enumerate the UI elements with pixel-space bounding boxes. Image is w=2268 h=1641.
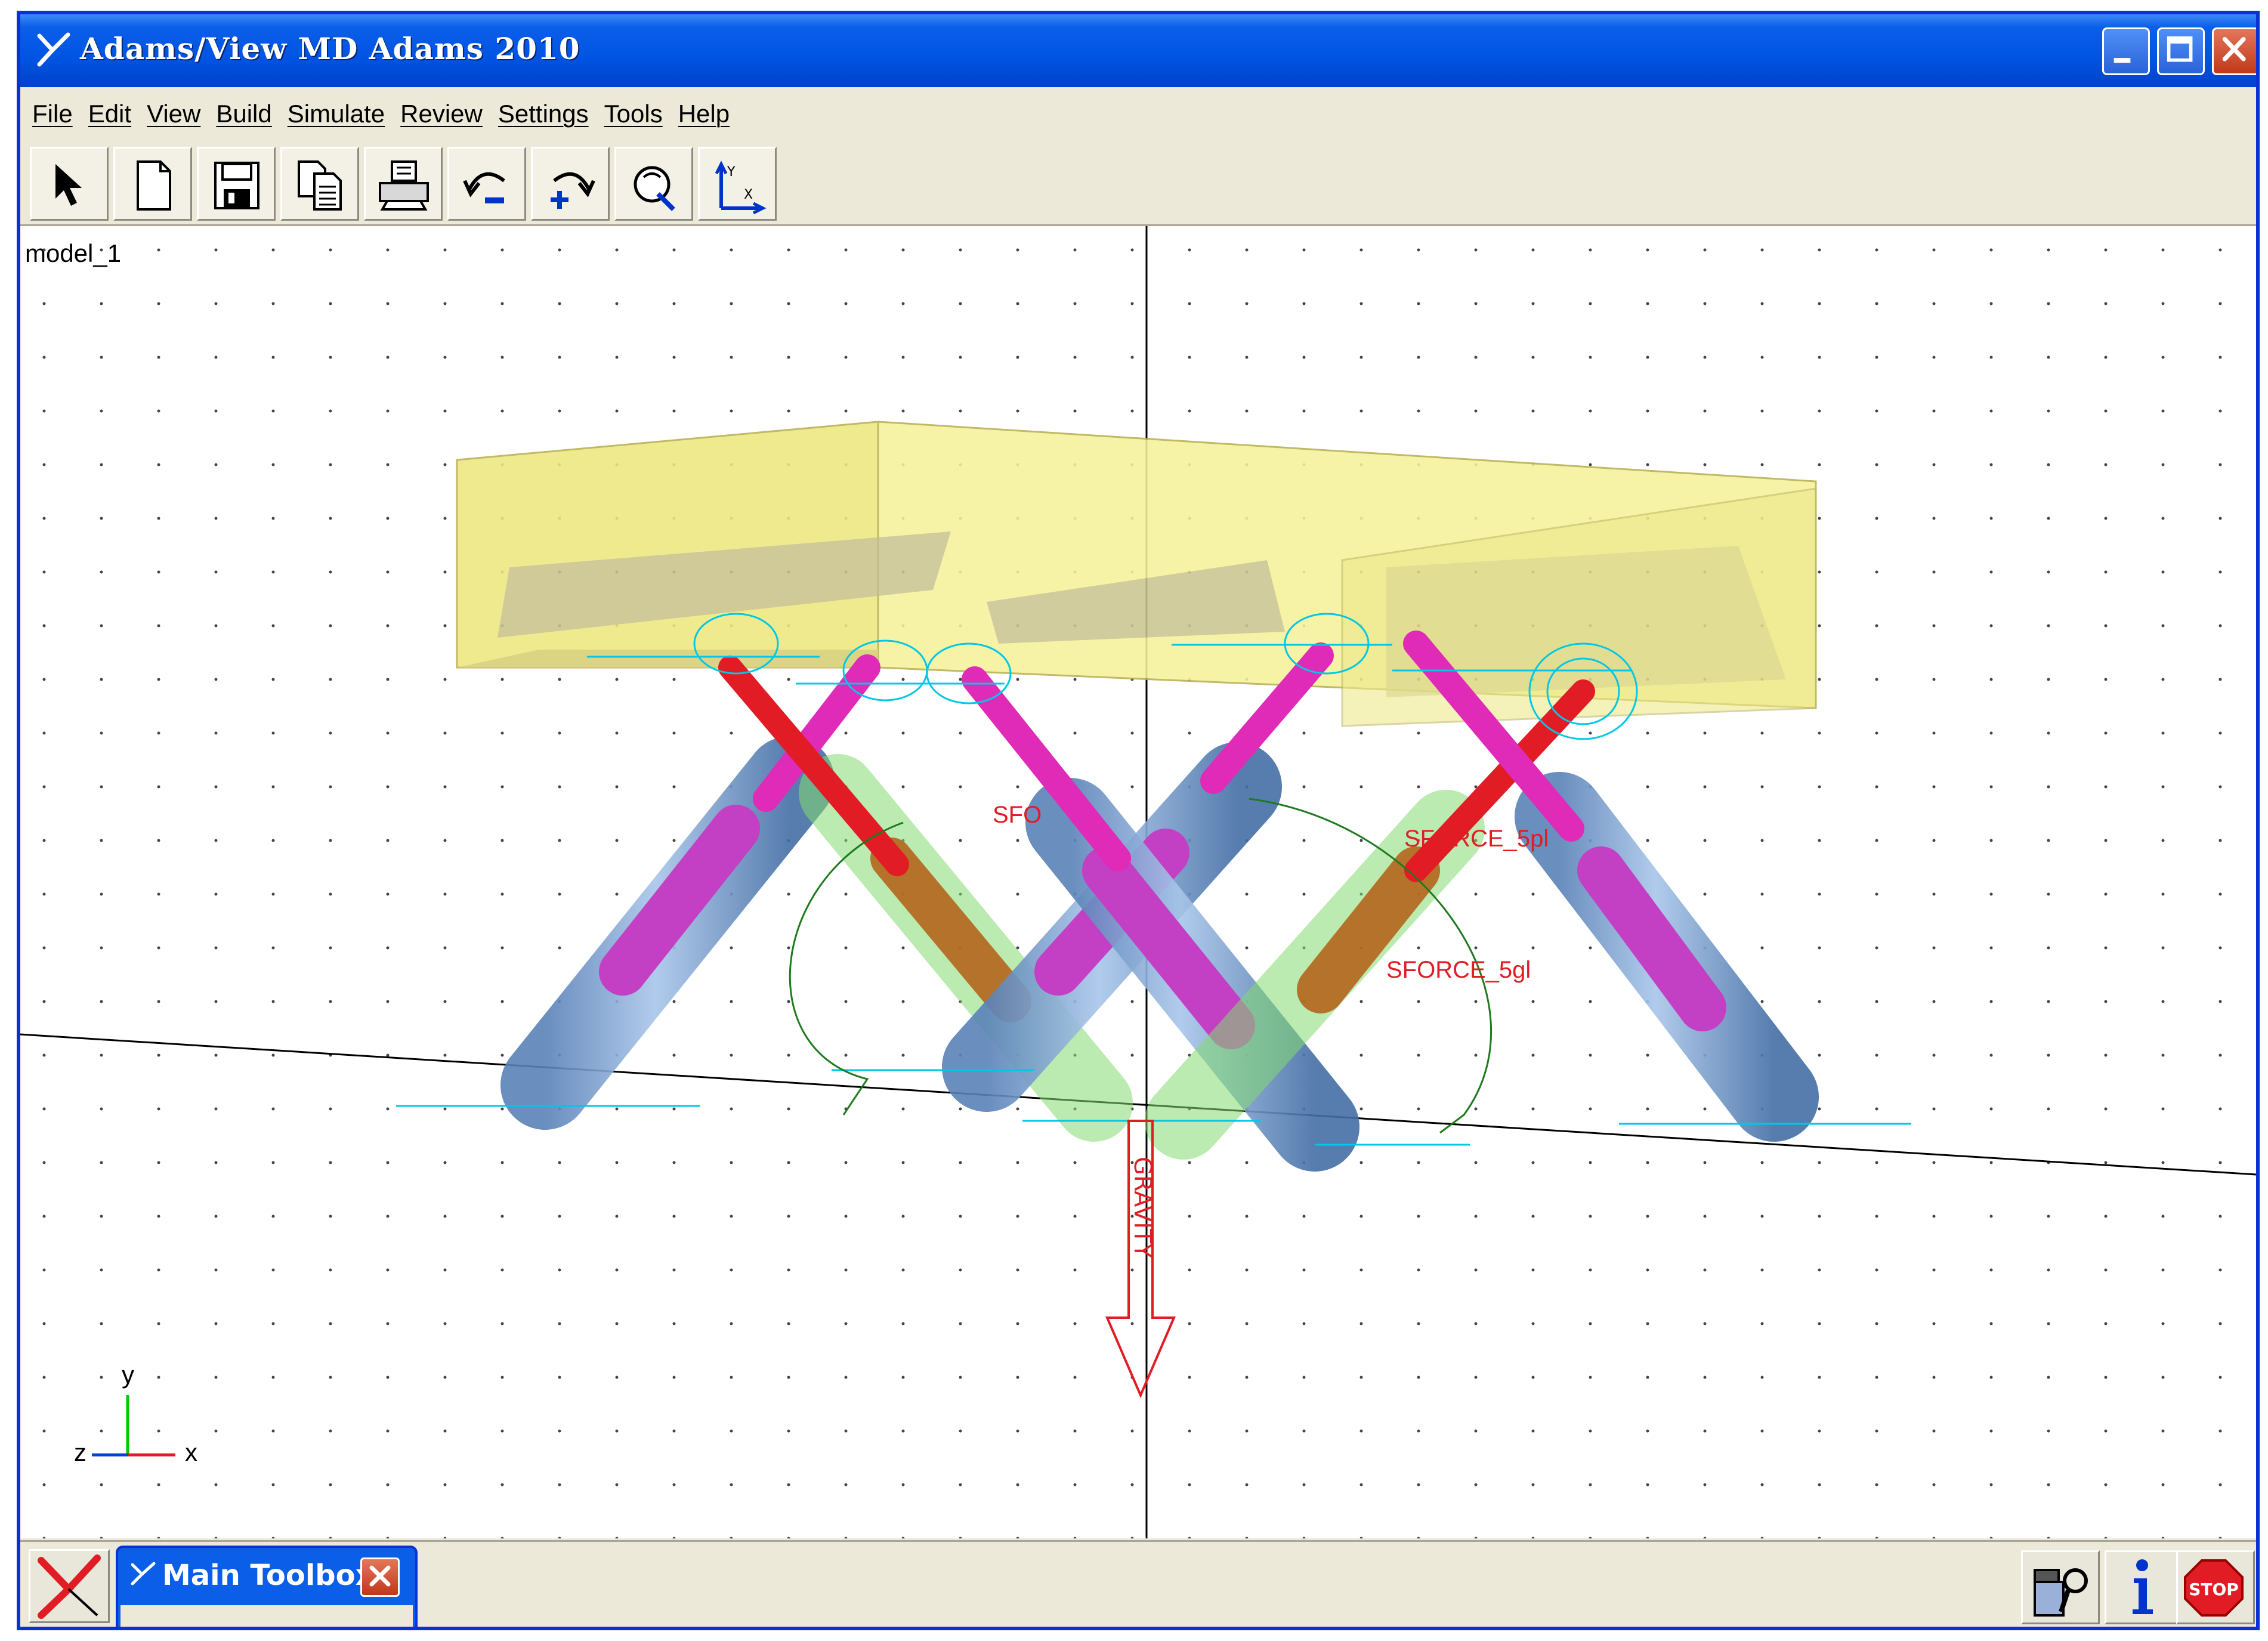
copy-button[interactable] <box>280 147 359 221</box>
menu-help[interactable]: Help <box>678 100 730 128</box>
sforce-label-b: SFORCE_5pl <box>1404 826 1549 852</box>
minimize-icon <box>2113 58 2131 63</box>
svg-text:STOP: STOP <box>2189 1580 2239 1599</box>
menu-settings[interactable]: Settings <box>498 100 589 128</box>
undo-icon <box>463 172 505 203</box>
scene-canvas: SFO SFORCE_5pl SFORCE_5gl GRAVITY y x z <box>20 226 2256 1538</box>
print-icon <box>379 160 429 211</box>
menu-tools[interactable]: Tools <box>604 100 663 128</box>
save-button[interactable] <box>197 147 276 221</box>
svg-text:Y: Y <box>727 165 736 180</box>
minimize-button[interactable] <box>2102 27 2150 75</box>
menu-edit[interactable]: Edit <box>88 100 131 128</box>
toolbox-title: Main Toolbox <box>162 1559 374 1592</box>
redo-button[interactable] <box>531 147 610 221</box>
select-button[interactable] <box>30 147 109 221</box>
close-icon <box>369 1565 391 1587</box>
toolbox-body <box>120 1605 413 1627</box>
menu-review[interactable]: Review <box>400 100 483 128</box>
stop-icon: STOP <box>2184 1559 2244 1617</box>
select-icon <box>55 164 82 206</box>
toolbox-close-button[interactable] <box>360 1557 400 1597</box>
maximize-icon <box>2167 36 2193 62</box>
coordinate-system-button[interactable]: Y X <box>698 147 777 221</box>
triad-y-label: y <box>122 1361 134 1389</box>
adams-logo-icon <box>38 1555 101 1619</box>
svg-text:X: X <box>744 187 753 202</box>
stop-button[interactable]: STOP <box>2176 1550 2255 1624</box>
adams-logo-button[interactable] <box>29 1549 110 1623</box>
undo-button[interactable] <box>447 147 526 221</box>
close-icon <box>2222 36 2246 61</box>
menu-build[interactable]: Build <box>216 100 271 128</box>
adams-app-icon <box>37 32 70 67</box>
title-bar: Adams/View MD Adams 2010 <box>20 14 2256 87</box>
new-model-button[interactable] <box>113 147 192 221</box>
menu-view[interactable]: View <box>147 100 200 128</box>
copy-icon <box>298 160 342 211</box>
menu-file[interactable]: File <box>32 100 73 128</box>
sforce-label-a: SFO <box>993 802 1042 828</box>
gravity-label: GRAVITY <box>1129 1157 1156 1259</box>
info-button[interactable] <box>2105 1550 2183 1624</box>
save-icon <box>214 162 259 209</box>
menu-simulate[interactable]: Simulate <box>288 100 385 128</box>
toolbox-app-icon <box>131 1562 156 1586</box>
coordinate-system-icon: Y X <box>715 160 767 214</box>
close-button[interactable] <box>2212 27 2256 75</box>
triad-x-label: x <box>185 1438 197 1466</box>
view-control-icon <box>634 166 675 211</box>
settings-tools-button[interactable] <box>2021 1550 2100 1624</box>
window-title: Adams/View MD Adams 2010 <box>80 31 580 66</box>
new-model-icon <box>137 160 171 211</box>
view-control-button[interactable] <box>614 147 693 221</box>
tools-icon <box>2034 1568 2088 1617</box>
print-button[interactable] <box>364 147 443 221</box>
main-toolbar: Y X <box>20 141 2256 226</box>
maximize-button[interactable] <box>2157 27 2205 75</box>
model-viewport[interactable]: model_1 <box>20 226 2256 1538</box>
menu-bar: File Edit View Build Simulate Review Set… <box>20 87 2256 142</box>
app-window: Adams/View MD Adams 2010 File Edit View … <box>17 11 2260 1630</box>
triad-z-label: z <box>74 1438 86 1466</box>
main-toolbox-panel[interactable]: Main Toolbox <box>116 1546 418 1627</box>
status-bar: Main Toolbox STOP <box>20 1540 2256 1627</box>
redo-icon <box>551 172 595 209</box>
sforce-label-c: SFORCE_5gl <box>1386 957 1531 983</box>
info-icon <box>2133 1559 2153 1614</box>
